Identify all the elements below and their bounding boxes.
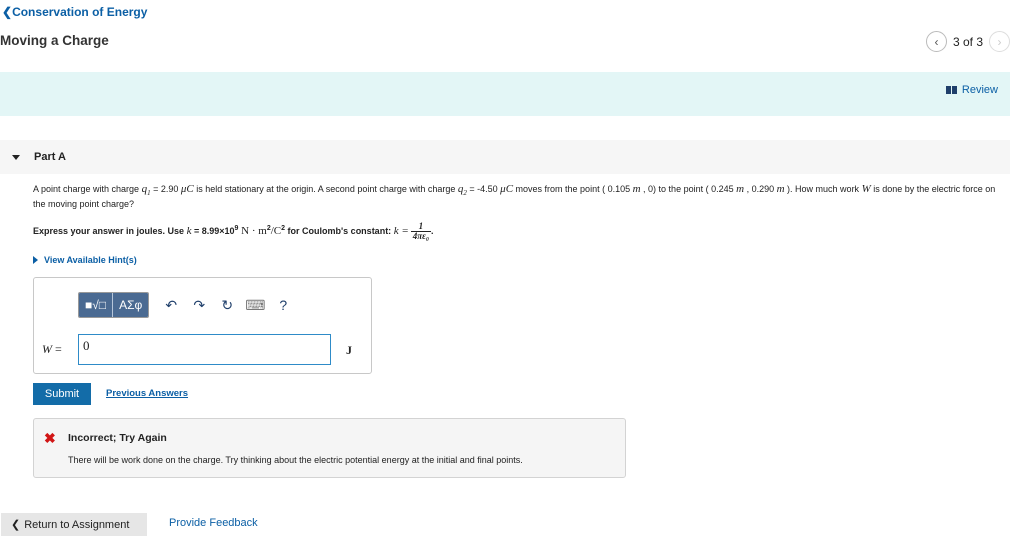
feedback-title: Incorrect; Try Again [68, 432, 167, 444]
feedback-message: There will be work done on the charge. T… [68, 455, 523, 465]
redo-icon[interactable]: ↷ [185, 293, 213, 317]
review-band [0, 72, 1010, 116]
part-label: Part A [34, 151, 66, 163]
feedback-box [33, 418, 626, 478]
submit-button[interactable]: Submit [33, 383, 91, 405]
review-link[interactable]: Review [945, 84, 998, 96]
chevron-right-icon: › [997, 34, 1002, 49]
reset-icon[interactable]: ↻ [213, 293, 241, 317]
provide-feedback-link[interactable]: Provide Feedback [169, 517, 258, 529]
chevron-left-icon: ❮ [11, 519, 21, 531]
answer-input[interactable]: 0 [78, 334, 331, 365]
view-hints-link[interactable]: View Available Hint(s) [33, 255, 137, 265]
keyboard-icon[interactable]: ⌨ [241, 293, 269, 317]
math-toolbar: ■√□ ΑΣφ ↶ ↷ ↻ ⌨ ? [78, 292, 297, 318]
help-icon[interactable]: ? [269, 293, 297, 317]
undo-icon[interactable]: ↶ [157, 293, 185, 317]
template-button-group: ■√□ ΑΣφ [78, 292, 150, 318]
back-link[interactable]: ❮Conservation of Energy [2, 5, 147, 19]
collapse-triangle-icon[interactable] [12, 155, 20, 160]
answer-unit: J [346, 343, 352, 357]
question-text: A point charge with charge q1 = 2.90 μC … [33, 183, 996, 210]
previous-answers-link[interactable]: Previous Answers [106, 388, 188, 399]
symbols-button[interactable]: ΑΣφ [112, 293, 149, 317]
expand-triangle-icon [33, 256, 38, 264]
chevron-left-icon: ‹ [934, 34, 939, 49]
incorrect-x-icon: ✖ [44, 430, 56, 446]
coulomb-fraction: 1 4πε₀ [410, 221, 431, 241]
page-title: Moving a Charge [0, 33, 109, 48]
chevron-left-icon: ❮ [2, 5, 13, 19]
book-icon [945, 86, 957, 94]
return-to-assignment-button[interactable]: ❮ Return to Assignment [1, 513, 147, 536]
templates-button[interactable]: ■√□ [79, 293, 113, 317]
part-header[interactable] [0, 140, 1010, 174]
answer-variable-label: W = [42, 342, 62, 356]
previous-item-button[interactable]: ‹ [925, 31, 947, 52]
page-indicator: 3 of 3 [952, 34, 983, 49]
next-item-button[interactable]: › [989, 31, 1010, 52]
pager: ‹ 3 of 3 › [925, 31, 1010, 52]
instruction-text: Express your answer in joules. Use k = 8… [33, 221, 434, 241]
